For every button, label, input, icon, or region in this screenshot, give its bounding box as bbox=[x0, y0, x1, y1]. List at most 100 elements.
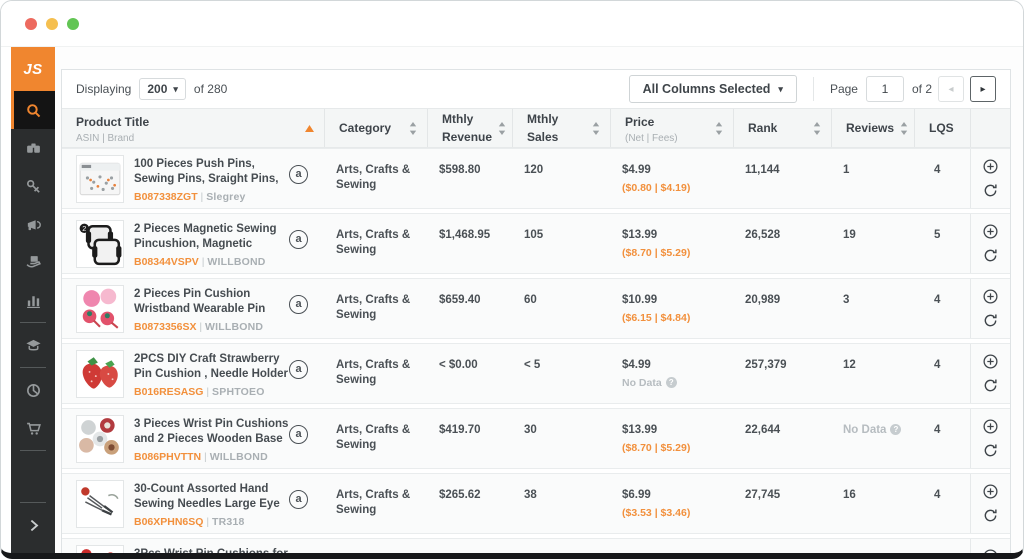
price-fees: No Data? bbox=[622, 376, 729, 391]
page-number-input[interactable] bbox=[865, 76, 904, 102]
add-to-tracker-icon[interactable] bbox=[982, 548, 999, 553]
asin-link[interactable]: B08344VSPV bbox=[134, 256, 199, 268]
app-window: JS Displaying 200 ▾ of 280 All Columns S… bbox=[0, 0, 1024, 559]
product-title[interactable]: 2 Pieces Magnetic Sewing Pincushion, Mag… bbox=[134, 222, 289, 252]
sort-toggle-icon[interactable] bbox=[900, 121, 908, 135]
monthly-revenue-cell: $265.62 bbox=[439, 489, 481, 501]
add-to-tracker-icon[interactable] bbox=[982, 483, 999, 500]
category-cell: Arts, Crafts & Sewing bbox=[336, 294, 411, 321]
product-thumbnail[interactable] bbox=[76, 415, 124, 463]
rank-cell: 22,644 bbox=[745, 424, 781, 436]
asin-link[interactable]: B087338ZGT bbox=[134, 191, 198, 203]
sidebar-item-extension[interactable] bbox=[11, 371, 55, 409]
refresh-icon[interactable] bbox=[982, 312, 999, 329]
table-row: 3 Pieces Wrist Pin Cushions and 2 Pieces… bbox=[62, 408, 1010, 469]
sort-toggle-icon[interactable] bbox=[409, 121, 417, 135]
lqs-cell: 4 bbox=[934, 424, 941, 436]
sidebar-item-academy[interactable] bbox=[11, 326, 55, 364]
sidebar-item-orders[interactable] bbox=[11, 409, 55, 447]
columns-select-button[interactable]: All Columns Selected ▾ bbox=[628, 75, 797, 103]
amazon-link-icon[interactable]: a bbox=[289, 165, 308, 184]
product-thumbnail[interactable] bbox=[76, 350, 124, 398]
close-window-button[interactable] bbox=[25, 17, 37, 30]
column-header-mthly-sales[interactable]: Mthly Sales bbox=[512, 109, 610, 147]
sidebar-item-keyword-scout[interactable] bbox=[11, 167, 55, 205]
add-to-tracker-icon[interactable] bbox=[982, 418, 999, 435]
column-header-reviews[interactable]: Reviews bbox=[831, 109, 914, 147]
sort-toggle-icon[interactable] bbox=[813, 121, 821, 135]
chevron-down-icon: ▾ bbox=[778, 83, 783, 94]
product-thumbnail[interactable] bbox=[76, 545, 124, 553]
column-header-product-title[interactable]: Product Title ASIN | Brand bbox=[62, 109, 324, 147]
sidebar-divider bbox=[20, 322, 46, 323]
sort-ascending-icon[interactable] bbox=[305, 124, 314, 132]
amazon-link-icon[interactable]: a bbox=[289, 360, 308, 379]
sidebar-item-product-database[interactable] bbox=[11, 91, 55, 129]
column-header-rank[interactable]: Rank bbox=[733, 109, 831, 147]
monthly-sales-cell: 38 bbox=[524, 489, 537, 501]
refresh-icon[interactable] bbox=[982, 507, 999, 524]
zoom-window-button[interactable] bbox=[67, 17, 79, 30]
asin-link[interactable]: B0873356SX bbox=[134, 321, 196, 333]
product-title[interactable]: 3Pcs Wrist Pin Cushions for Sewing bbox=[134, 547, 289, 553]
product-thumbnail[interactable] bbox=[76, 480, 124, 528]
add-to-tracker-icon[interactable] bbox=[982, 158, 999, 175]
price-value: $10.99 bbox=[622, 553, 729, 554]
sidebar-item-supplier-database[interactable] bbox=[11, 243, 55, 281]
no-data-info-icon[interactable]: ? bbox=[890, 424, 902, 435]
add-to-tracker-icon[interactable] bbox=[982, 353, 999, 370]
price-value: $13.99 bbox=[622, 229, 658, 241]
product-cell: 3Pcs Wrist Pin Cushions for Sewing | a bbox=[62, 539, 324, 553]
main-content: Displaying 200 ▾ of 280 All Columns Sele… bbox=[55, 47, 1023, 554]
no-data-info-icon[interactable]: ? bbox=[665, 377, 677, 388]
reviews-cell: No Data? bbox=[831, 409, 914, 468]
page-size-select[interactable]: 200 ▾ bbox=[139, 78, 186, 100]
amazon-link-icon[interactable]: a bbox=[289, 490, 308, 509]
add-to-tracker-icon[interactable] bbox=[982, 288, 999, 305]
product-title[interactable]: 2PCS DIY Craft Strawberry Pin Cushion , … bbox=[134, 352, 289, 382]
amazon-link-icon[interactable]: a bbox=[289, 295, 308, 314]
column-header-category[interactable]: Category bbox=[324, 109, 427, 147]
amazon-link-icon[interactable]: a bbox=[289, 425, 308, 444]
product-thumbnail[interactable]: 2 bbox=[76, 220, 124, 268]
sidebar: JS bbox=[11, 47, 55, 553]
column-header-mthly-revenue[interactable]: Mthly Revenue bbox=[427, 109, 512, 147]
sort-toggle-icon[interactable] bbox=[715, 121, 723, 135]
amazon-link-icon[interactable]: a bbox=[289, 230, 308, 249]
minimize-window-button[interactable] bbox=[46, 17, 58, 30]
graduation-cap-icon bbox=[25, 337, 42, 354]
refresh-icon[interactable] bbox=[982, 247, 999, 264]
sidebar-item-sales-analytics[interactable] bbox=[11, 281, 55, 319]
column-header-price[interactable]: Price (Net | Fees) bbox=[610, 109, 733, 147]
asin-link[interactable]: B06XPHN6SQ bbox=[134, 516, 203, 528]
sort-toggle-icon[interactable] bbox=[592, 121, 600, 135]
asin-link[interactable]: B086PHVTTN bbox=[134, 451, 201, 463]
app-logo[interactable]: JS bbox=[11, 47, 55, 91]
refresh-icon[interactable] bbox=[982, 442, 999, 459]
sidebar-divider bbox=[20, 450, 46, 451]
asin-link[interactable]: B016RESASG bbox=[134, 386, 203, 398]
product-title[interactable]: 3 Pieces Wrist Pin Cushions and 2 Pieces… bbox=[134, 417, 289, 447]
megaphone-icon bbox=[25, 216, 42, 233]
product-thumbnail[interactable] bbox=[76, 155, 124, 203]
product-title[interactable]: 2 Pieces Pin Cushion Wristband Wearable … bbox=[134, 287, 289, 317]
sidebar-item-product-tracker[interactable] bbox=[11, 129, 55, 167]
add-to-tracker-icon[interactable] bbox=[982, 223, 999, 240]
rank-cell: 11,144 bbox=[745, 164, 780, 176]
refresh-icon[interactable] bbox=[982, 377, 999, 394]
next-page-button[interactable]: ▸ bbox=[970, 76, 996, 102]
previous-page-button[interactable]: ◂ bbox=[938, 76, 964, 102]
column-header-lqs[interactable]: LQS bbox=[914, 109, 970, 147]
product-thumbnail[interactable] bbox=[76, 285, 124, 333]
sort-toggle-icon[interactable] bbox=[498, 121, 506, 135]
svg-text:2: 2 bbox=[82, 224, 86, 233]
product-title[interactable]: 30-Count Assorted Hand Sewing Needles La… bbox=[134, 482, 289, 512]
refresh-icon[interactable] bbox=[982, 182, 999, 199]
rank-cell: 180,085 bbox=[733, 539, 831, 553]
price-cell: $4.99 No Data? bbox=[610, 344, 733, 403]
column-header-actions[interactable] bbox=[970, 109, 1010, 147]
sidebar-expand-button[interactable] bbox=[11, 506, 55, 544]
monthly-revenue-cell: $659.40 bbox=[439, 294, 481, 306]
product-title[interactable]: 100 Pieces Push Pins, Sewing Pins, Sraig… bbox=[134, 157, 289, 187]
sidebar-item-launch[interactable] bbox=[11, 205, 55, 243]
